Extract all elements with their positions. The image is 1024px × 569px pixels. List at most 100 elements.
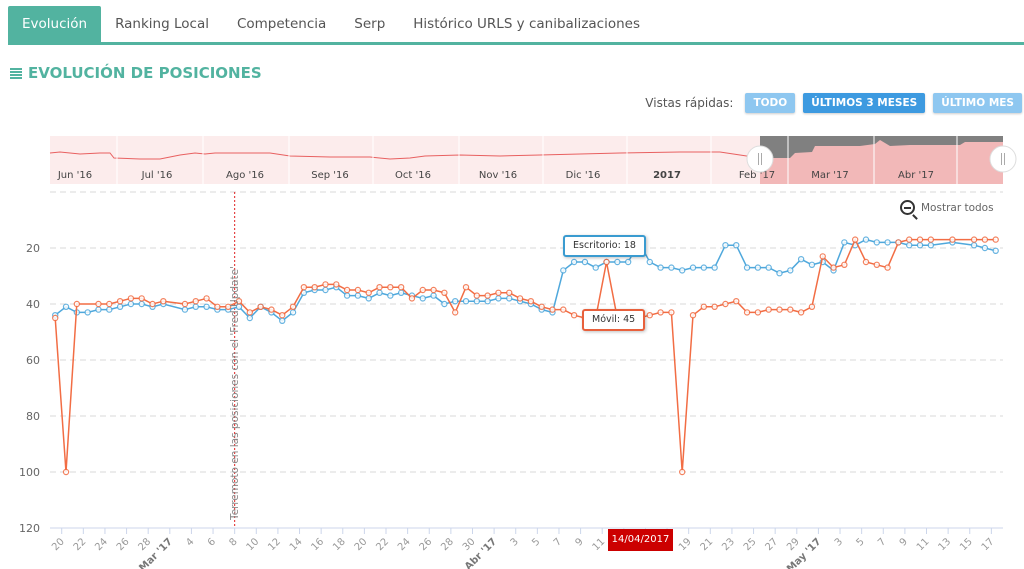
x-tick-label: 6 <box>206 536 218 548</box>
data-point <box>603 258 610 266</box>
x-tick-label: 15 <box>958 536 975 553</box>
data-point <box>506 289 513 296</box>
data-point <box>451 309 459 316</box>
zoom-out-icon <box>900 200 915 215</box>
data-point <box>560 267 567 274</box>
navigator-label: 2017 <box>653 170 681 181</box>
data-point <box>570 258 578 266</box>
data-point <box>873 261 880 268</box>
data-point <box>527 298 535 305</box>
data-point <box>116 298 124 305</box>
data-point <box>549 306 556 313</box>
data-point <box>52 314 59 322</box>
data-point <box>884 264 891 271</box>
x-tick-label: 14 <box>288 536 305 553</box>
data-point <box>797 256 805 263</box>
data-point <box>851 236 859 243</box>
x-tick-label: 28 <box>137 536 154 553</box>
data-point <box>516 295 524 302</box>
x-tick-label: 20 <box>50 536 67 553</box>
data-point <box>354 292 362 299</box>
y-tick-label: 40 <box>26 298 40 311</box>
data-point <box>711 264 718 271</box>
data-point <box>203 303 210 310</box>
data-point <box>322 286 329 294</box>
data-point <box>797 309 805 316</box>
data-point <box>203 295 210 302</box>
data-point <box>246 309 254 316</box>
data-point <box>376 284 383 291</box>
data-point <box>365 289 372 296</box>
navigator-label: Sep '16 <box>311 170 349 181</box>
data-point <box>181 300 189 308</box>
x-tick-label: 26 <box>115 536 132 553</box>
data-point <box>73 300 81 308</box>
series-desktop <box>52 236 999 324</box>
x-tick-label: 18 <box>331 536 348 553</box>
x-tick-label: 4 <box>184 536 196 548</box>
data-point <box>592 264 599 271</box>
x-tick-label: 27 <box>764 536 781 553</box>
data-point <box>916 241 924 249</box>
data-point <box>754 309 762 316</box>
navigator-handle-left[interactable] <box>746 145 774 173</box>
data-point <box>646 258 653 266</box>
navigator-label: Nov '16 <box>479 170 517 181</box>
data-point <box>300 284 308 291</box>
data-point <box>787 306 794 313</box>
data-point <box>116 303 124 310</box>
data-point <box>387 284 394 291</box>
x-tick-label: 23 <box>720 536 737 553</box>
data-point <box>614 258 621 266</box>
crosshair-date-label: 14/04/2017 <box>608 529 673 551</box>
x-tick-label: 26 <box>418 536 435 553</box>
data-point <box>484 298 491 305</box>
data-point <box>473 292 481 299</box>
data-point <box>127 295 135 302</box>
data-point <box>722 300 729 308</box>
data-point <box>311 284 318 291</box>
x-tick-label: 30 <box>461 536 478 553</box>
data-point <box>884 239 891 246</box>
data-point <box>841 261 848 268</box>
data-point <box>451 298 459 305</box>
data-point <box>927 236 935 243</box>
data-point <box>992 247 999 254</box>
data-point <box>624 258 632 266</box>
data-point <box>181 306 189 313</box>
data-point <box>279 317 286 324</box>
data-point <box>906 236 913 243</box>
data-point <box>862 236 870 243</box>
y-tick-label: 60 <box>26 354 40 367</box>
data-point <box>462 298 470 305</box>
data-point <box>441 289 448 296</box>
data-point <box>62 468 70 476</box>
data-point <box>484 292 491 299</box>
data-point <box>722 241 729 249</box>
reset-zoom-button[interactable]: Mostrar todos <box>900 200 994 215</box>
x-tick-label: 11 <box>591 536 608 553</box>
x-tick-label: 24 <box>93 536 110 553</box>
navigator-handle-right[interactable] <box>989 145 1017 173</box>
x-tick-label: 25 <box>742 536 759 553</box>
data-point <box>441 300 448 308</box>
data-point <box>776 270 783 277</box>
data-point <box>343 286 351 294</box>
data-point <box>668 309 675 316</box>
data-point <box>462 284 470 291</box>
tooltip-desktop: Escritorio: 18 <box>563 235 646 257</box>
data-point <box>700 303 708 310</box>
data-point <box>679 468 686 476</box>
data-point <box>495 295 502 302</box>
handle-circle <box>989 145 1017 173</box>
x-tick-label: 3 <box>509 536 521 548</box>
x-tick-label: 21 <box>699 536 716 553</box>
data-point <box>765 306 772 313</box>
data-point <box>776 306 783 313</box>
tooltip-mobile: Móvil: 45 <box>582 309 646 331</box>
reset-zoom-label: Mostrar todos <box>921 201 994 214</box>
data-point <box>689 264 697 271</box>
data-point <box>949 236 956 243</box>
data-point <box>495 289 502 296</box>
data-point <box>365 295 372 302</box>
